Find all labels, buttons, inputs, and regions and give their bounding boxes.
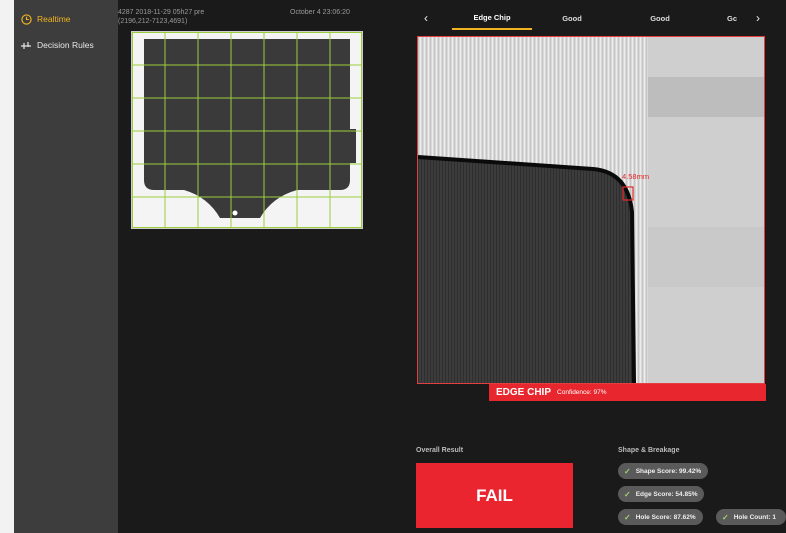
sample-id-line2: (2196,212-7123,4691) bbox=[118, 18, 188, 25]
sample-timestamp: October 4 23:06:20 bbox=[290, 9, 350, 16]
sample-id-line1: 4287 2018-11-29 05h27 pre bbox=[118, 9, 205, 16]
overall-result-title: Overall Result bbox=[416, 447, 464, 454]
sample-id: 4287 2018-11-29 05h27 pre (2196,212-7123… bbox=[118, 8, 204, 26]
tab-good-1[interactable]: Good bbox=[532, 6, 612, 30]
check-icon: ✓ bbox=[624, 512, 631, 522]
hole-score-text: Hole Score: 87.62% bbox=[635, 513, 696, 521]
hole-score-pill: ✓ Hole Score: 87.62% bbox=[618, 509, 703, 525]
main-panel: 4287 2018-11-29 05h27 pre (2196,212-7123… bbox=[118, 0, 786, 533]
sidebar-item-label: Decision Rules bbox=[37, 40, 94, 50]
check-icon: ✓ bbox=[722, 512, 729, 522]
sidebar: Realtime Decision Rules bbox=[14, 0, 118, 533]
clock-icon bbox=[20, 13, 32, 25]
defect-confidence: Confidence: 97% bbox=[557, 389, 607, 396]
left-edge-strip bbox=[0, 0, 14, 533]
edge-score-pill: ✓ Edge Score: 54.85% bbox=[618, 486, 705, 502]
hole-count-pill: ✓ Hole Count: 1 bbox=[716, 509, 786, 525]
chevron-left-icon[interactable]: ‹ bbox=[418, 6, 434, 30]
tab-good-3[interactable]: Gc bbox=[727, 6, 749, 30]
defect-zoom-view[interactable]: 4.58mm bbox=[417, 36, 765, 384]
zoom-image bbox=[418, 37, 764, 383]
sidebar-item-decision-rules[interactable]: Decision Rules bbox=[20, 35, 94, 55]
shape-breakage-title: Shape & Breakage bbox=[618, 447, 680, 454]
sidebar-item-realtime[interactable]: Realtime bbox=[20, 9, 71, 29]
sliders-icon bbox=[20, 39, 32, 51]
shape-score-text: Shape Score: 99.42% bbox=[635, 467, 702, 475]
defect-measurement: 4.58mm bbox=[622, 172, 650, 181]
hole-count-text: Hole Count: 1 bbox=[733, 513, 776, 521]
part-grid-image bbox=[132, 32, 362, 228]
defect-banner: EDGE CHIP Confidence: 97% bbox=[489, 384, 766, 401]
check-icon: ✓ bbox=[624, 489, 631, 499]
overall-result-badge: FAIL bbox=[416, 463, 573, 528]
defect-tabs: ‹ Edge Chip Good Good Gc › bbox=[412, 6, 770, 30]
edge-score-text: Edge Score: 54.85% bbox=[635, 490, 698, 498]
defect-label: EDGE CHIP bbox=[496, 387, 552, 398]
tab-good-2[interactable]: Good bbox=[620, 6, 700, 30]
part-thumbnail[interactable] bbox=[131, 31, 363, 229]
chevron-right-icon[interactable]: › bbox=[750, 6, 766, 30]
check-icon: ✓ bbox=[624, 466, 631, 476]
shape-score-pill: ✓ Shape Score: 99.42% bbox=[618, 463, 709, 479]
tab-edge-chip[interactable]: Edge Chip bbox=[452, 6, 532, 30]
sidebar-item-label: Realtime bbox=[37, 14, 71, 24]
